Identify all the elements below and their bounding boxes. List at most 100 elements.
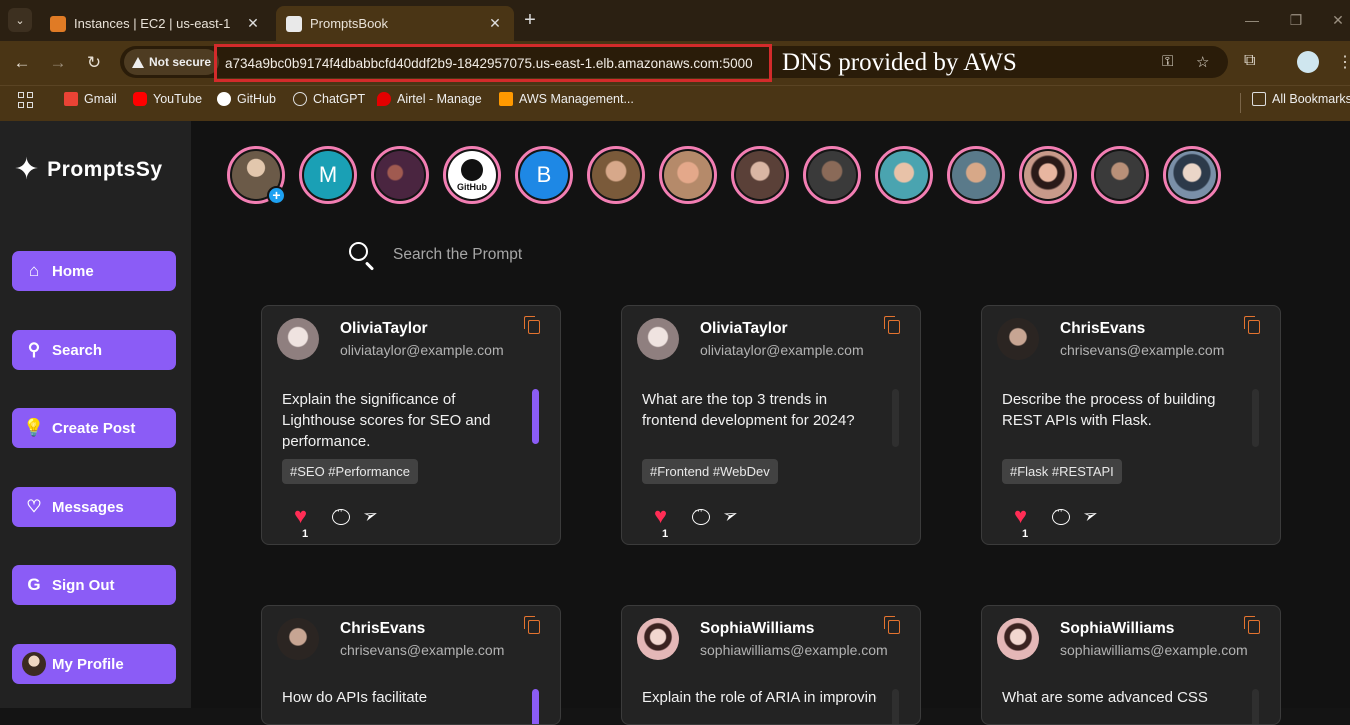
story-avatar[interactable]: M — [299, 146, 357, 204]
close-tab-icon[interactable]: ✕ — [486, 15, 504, 32]
scrollbar[interactable] — [892, 689, 899, 724]
back-arrow-icon[interactable]: ← — [11, 52, 33, 74]
nav-messages[interactable]: ♡ Messages — [12, 487, 176, 527]
nav-my-profile[interactable]: My Profile — [12, 644, 176, 684]
all-bookmarks-folder[interactable]: All Bookmarks — [1252, 92, 1350, 106]
user-avatar[interactable] — [997, 318, 1039, 360]
tag-chip[interactable]: #SEO #Performance — [282, 459, 418, 484]
user-avatar[interactable] — [637, 318, 679, 360]
sidebar: ✦ PromptsSy ⌂ Home ⚲ Search 💡 Create Pos… — [0, 121, 191, 708]
user-photo — [736, 151, 784, 199]
story-avatar[interactable] — [587, 146, 645, 204]
address-bar[interactable]: Not secure a734a9bc0b9174f4dbabbcfd40ddf… — [120, 44, 1228, 82]
story-avatar[interactable] — [803, 146, 861, 204]
story-avatar[interactable] — [731, 146, 789, 204]
copy-icon[interactable] — [524, 616, 540, 634]
share-send-icon[interactable]: ➢ — [1080, 503, 1101, 528]
close-tab-icon[interactable]: ✕ — [244, 15, 262, 32]
user-initial: B — [520, 151, 568, 199]
prompt-search[interactable]: Search the Prompt — [348, 241, 522, 271]
story-avatar[interactable]: B — [515, 146, 573, 204]
heart-like-icon[interactable]: ♥ — [1014, 505, 1027, 527]
extensions-puzzle-icon[interactable]: ⧉ — [1244, 52, 1255, 70]
prompt-text: How do APIs facilitate — [282, 689, 428, 706]
nav-label: Create Post — [52, 419, 136, 437]
tag-chip[interactable]: #Frontend #WebDev — [642, 459, 778, 484]
card-username[interactable]: ChrisEvans — [340, 620, 425, 638]
story-avatar[interactable] — [1163, 146, 1221, 204]
heart-like-icon[interactable]: ♥ — [294, 505, 307, 527]
security-chip[interactable]: Not secure — [124, 49, 220, 75]
story-avatar[interactable] — [1091, 146, 1149, 204]
card-username[interactable]: SophiaWilliams — [1060, 620, 1174, 638]
url-text[interactable]: a734a9bc0b9174f4dbabbcfd40ddf2b9-1842957… — [214, 44, 772, 82]
nav-create-post[interactable]: 💡 Create Post — [12, 408, 176, 448]
share-send-icon[interactable]: ➢ — [360, 503, 381, 528]
profile-avatar-icon[interactable] — [1297, 51, 1319, 73]
comment-icon[interactable] — [332, 505, 350, 525]
story-avatar[interactable]: GitHub — [443, 146, 501, 204]
scrollbar[interactable] — [1252, 389, 1259, 447]
forward-arrow-icon[interactable]: → — [47, 52, 69, 74]
comment-icon[interactable] — [692, 505, 710, 525]
nav-sign-out[interactable]: G Sign Out — [12, 565, 176, 605]
story-own-avatar[interactable]: + — [227, 146, 286, 205]
share-send-icon[interactable]: ➢ — [720, 503, 741, 528]
bookmark-star-icon[interactable]: ☆ — [1196, 53, 1209, 71]
scrollbar[interactable] — [532, 689, 539, 724]
story-avatar[interactable] — [1019, 146, 1077, 204]
apps-grid-icon[interactable] — [18, 92, 34, 108]
card-username[interactable]: OliviaTaylor — [700, 320, 788, 338]
aws-ec2-favicon-icon — [50, 15, 66, 32]
card-username[interactable]: ChrisEvans — [1060, 320, 1145, 338]
prompt-text: Describe the process of building REST AP… — [1002, 391, 1216, 429]
bookmark-chatgpt[interactable]: ChatGPT — [293, 92, 365, 106]
add-story-plus-icon[interactable]: + — [267, 186, 286, 205]
copy-icon[interactable] — [1244, 316, 1260, 334]
card-username[interactable]: OliviaTaylor — [340, 320, 428, 338]
tab-search-menu-icon[interactable]: ⌄ — [8, 8, 32, 32]
bookmark-github[interactable]: GitHub — [217, 92, 276, 106]
lightbulb-icon: 💡 — [23, 418, 45, 437]
password-key-icon[interactable]: ⚿ — [1162, 53, 1173, 70]
tab-promptsbook[interactable]: PromptsBook ✕ — [276, 6, 514, 41]
scrollbar[interactable] — [1252, 689, 1259, 724]
nav-label: Home — [52, 262, 94, 280]
app-logo[interactable]: ✦ PromptsSy — [14, 152, 163, 187]
bookmark-gmail[interactable]: Gmail — [64, 92, 117, 106]
restore-window-icon[interactable]: ❐ — [1286, 12, 1306, 29]
copy-icon[interactable] — [884, 616, 900, 634]
scrollbar[interactable] — [892, 389, 899, 447]
nav-home[interactable]: ⌂ Home — [12, 251, 176, 291]
user-avatar[interactable] — [997, 618, 1039, 660]
user-avatar[interactable] — [637, 618, 679, 660]
browser-menu-icon[interactable]: ⋮ — [1337, 52, 1350, 72]
minimize-window-icon[interactable]: — — [1242, 12, 1262, 28]
tag-chip[interactable]: #Flask #RESTAPI — [1002, 459, 1122, 484]
story-avatar[interactable] — [659, 146, 717, 204]
heart-like-icon[interactable]: ♥ — [654, 505, 667, 527]
copy-icon[interactable] — [1244, 616, 1260, 634]
nav-search[interactable]: ⚲ Search — [12, 330, 176, 370]
bookmark-airtel[interactable]: Airtel - Manage — [377, 92, 482, 106]
card-username[interactable]: SophiaWilliams — [700, 620, 814, 638]
user-avatar[interactable] — [277, 618, 319, 660]
reload-icon[interactable]: ↻ — [83, 52, 105, 74]
user-avatar[interactable] — [277, 318, 319, 360]
story-avatar[interactable] — [371, 146, 429, 204]
user-initial: M — [304, 151, 352, 199]
copy-icon[interactable] — [884, 316, 900, 334]
story-avatar[interactable] — [947, 146, 1005, 204]
story-avatar[interactable] — [875, 146, 933, 204]
bookmark-youtube[interactable]: YouTube — [133, 92, 202, 106]
new-tab-plus-icon[interactable]: + — [520, 10, 540, 30]
copy-icon[interactable] — [524, 316, 540, 334]
close-window-icon[interactable]: ✕ — [1328, 12, 1348, 29]
user-photo — [1024, 151, 1072, 199]
dns-annotation: DNS provided by AWS — [782, 49, 1017, 76]
scrollbar[interactable] — [532, 389, 539, 444]
bookmark-aws[interactable]: AWS Management... — [499, 92, 634, 106]
search-placeholder[interactable]: Search the Prompt — [393, 246, 522, 264]
comment-icon[interactable] — [1052, 505, 1070, 525]
tab-ec2-instances[interactable]: Instances | EC2 | us-east-1 ✕ — [40, 6, 272, 41]
